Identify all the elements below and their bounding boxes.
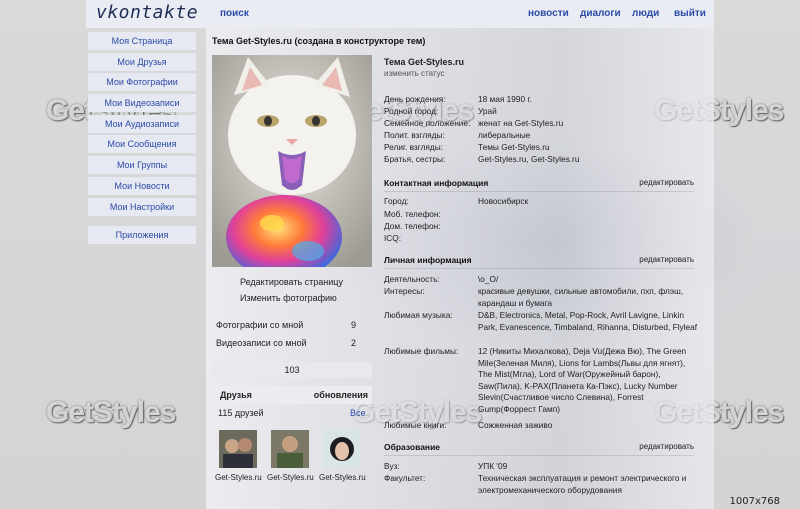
- info-value[interactable]: УПК '09: [478, 461, 700, 473]
- info-value[interactable]: Техническая эксплуатация и ремонт электр…: [478, 473, 700, 496]
- sidebar-separator: [88, 218, 196, 226]
- education-section-header: Образование редактировать: [384, 442, 694, 456]
- left-sidebar-menu: Моя Страница Мои Друзья Мои Фотографии М…: [88, 32, 196, 247]
- friend-name[interactable]: Get-Styles.ru: [215, 473, 262, 482]
- info-label: Моб. телефон:: [384, 209, 441, 219]
- friend-avatar[interactable]: [219, 430, 257, 468]
- info-label: Любимые книги:: [384, 420, 447, 430]
- sidebar-item-my-photos[interactable]: Мои Фотографии: [88, 73, 196, 92]
- info-value[interactable]: женат на Get-Styles.ru: [478, 118, 700, 130]
- info-label: Семейное положение:: [384, 118, 471, 128]
- page-title: Тема Get-Styles.ru (создана в конструкто…: [212, 36, 426, 46]
- info-label: Дом. телефон:: [384, 221, 441, 231]
- section-title: Личная информация: [384, 255, 472, 265]
- friend-avatar[interactable]: [323, 430, 361, 468]
- search-link[interactable]: поиск: [220, 8, 249, 19]
- sidebar-item-my-settings[interactable]: Мои Настройки: [88, 197, 196, 216]
- info-label: Город:: [384, 196, 409, 206]
- sidebar-item-my-videos[interactable]: Мои Видеозаписи: [88, 94, 196, 113]
- info-value[interactable]: Новосибирск: [478, 196, 700, 208]
- page-background: GetStyles GetStyles GetStyles GetStyles …: [0, 0, 800, 509]
- friend-avatar[interactable]: [271, 430, 309, 468]
- resolution-label: 1007x768: [729, 496, 780, 507]
- info-label: День рождения:: [384, 94, 446, 104]
- friends-header: Друзья обновления: [212, 386, 372, 404]
- cat-photo-illustration: [212, 55, 372, 267]
- friend-name[interactable]: Get-Styles.ru: [267, 473, 314, 482]
- contacts-section-header: Контактная информация редактировать: [384, 178, 694, 192]
- change-status-link[interactable]: изменить статус: [384, 69, 445, 78]
- info-label: Интересы:: [384, 286, 425, 296]
- change-photo-link[interactable]: Изменить фотографию: [240, 293, 337, 303]
- friends-title[interactable]: Друзья: [220, 390, 252, 400]
- info-value[interactable]: либеральные: [478, 130, 700, 142]
- sidebar-item-my-audio[interactable]: Мои Аудиозаписи: [88, 114, 196, 133]
- sidebar-item-my-news[interactable]: Мои Новости: [88, 176, 196, 195]
- photos-with-me-row[interactable]: Фотографии со мной 9: [216, 320, 356, 330]
- site-logo[interactable]: vkontakte: [96, 2, 198, 23]
- personal-section-header: Личная информация редактировать: [384, 255, 694, 269]
- info-label: Любимые фильмы:: [384, 346, 459, 356]
- info-label: ICQ:: [384, 233, 402, 243]
- info-value[interactable]: Урай: [478, 106, 700, 118]
- sidebar-item-my-messages[interactable]: Мои Сообщения: [88, 135, 196, 154]
- news-link[interactable]: новости: [528, 8, 569, 19]
- videos-with-me-row[interactable]: Видеозаписи со мной 2: [216, 338, 356, 348]
- friend-card[interactable]: Get-Styles.ru: [319, 430, 366, 482]
- friend-card[interactable]: Get-Styles.ru: [267, 430, 314, 482]
- friend-name[interactable]: Get-Styles.ru: [319, 473, 366, 482]
- watermark-logo: GetStyles: [46, 396, 176, 429]
- dialogs-link[interactable]: диалоги: [580, 8, 621, 19]
- people-link[interactable]: люди: [632, 8, 659, 19]
- profile-main-panel: Тема Get-Styles.ru (создана в конструкто…: [206, 28, 714, 509]
- edit-education-link[interactable]: редактировать: [639, 442, 694, 451]
- info-label: Вуз:: [384, 461, 400, 471]
- top-navigation-bar: vkontakte поиск новости диалоги люди вый…: [86, 0, 714, 28]
- sidebar-item-my-page[interactable]: Моя Страница: [88, 32, 196, 50]
- videos-with-me-count: 2: [350, 338, 356, 348]
- info-value[interactable]: D&B, Electronics, Metal, Pop-Rock, Avril…: [478, 310, 700, 333]
- sidebar-item-applications[interactable]: Приложения: [88, 226, 196, 245]
- info-value[interactable]: \o_O/: [478, 274, 700, 286]
- info-label: Братья, сестры:: [384, 154, 446, 164]
- profile-name: Тема Get-Styles.ru: [384, 57, 464, 67]
- info-value[interactable]: Сожженная заживо: [478, 420, 700, 432]
- info-label: Религ. взгляды:: [384, 142, 444, 152]
- info-value[interactable]: 12 (Никиты Михалкова), Deja Vu(Дежа Вю),…: [478, 346, 700, 416]
- friends-all-link[interactable]: Все: [350, 408, 366, 418]
- info-label: Деятельность:: [384, 274, 440, 284]
- info-value[interactable]: Get-Styles.ru, Get-Styles.ru: [478, 154, 700, 166]
- info-value[interactable]: 18 мая 1990 г.: [478, 94, 700, 106]
- photos-with-me-count: 9: [350, 320, 356, 330]
- info-label: Родной город:: [384, 106, 439, 116]
- info-value[interactable]: красивые девушки, сильные автомобили, пх…: [478, 286, 700, 309]
- photos-with-me-label: Фотографии со мной: [216, 320, 304, 330]
- sidebar-item-my-groups[interactable]: Мои Группы: [88, 156, 196, 175]
- info-value[interactable]: Темы Get-Styles.ru: [478, 142, 700, 154]
- friends-updates-link[interactable]: обновления: [314, 390, 368, 400]
- section-title: Образование: [384, 442, 441, 452]
- edit-page-link[interactable]: Редактировать страницу: [240, 277, 343, 287]
- edit-contacts-link[interactable]: редактировать: [639, 178, 694, 187]
- info-label: Любимая музыка:: [384, 310, 453, 320]
- info-label: Полит. взгляды:: [384, 130, 445, 140]
- edit-personal-link[interactable]: редактировать: [639, 255, 694, 264]
- section-title: Контактная информация: [384, 178, 489, 188]
- videos-with-me-label: Видеозаписи со мной: [216, 338, 307, 348]
- info-label: Факультет:: [384, 473, 426, 483]
- albums-counter[interactable]: 103: [212, 362, 372, 378]
- sidebar-item-my-friends[interactable]: Мои Друзья: [88, 52, 196, 71]
- friends-count: 115 друзей: [218, 408, 264, 418]
- friend-card[interactable]: Get-Styles.ru: [215, 430, 262, 482]
- profile-photo[interactable]: [212, 55, 372, 267]
- logout-link[interactable]: выйти: [674, 8, 706, 19]
